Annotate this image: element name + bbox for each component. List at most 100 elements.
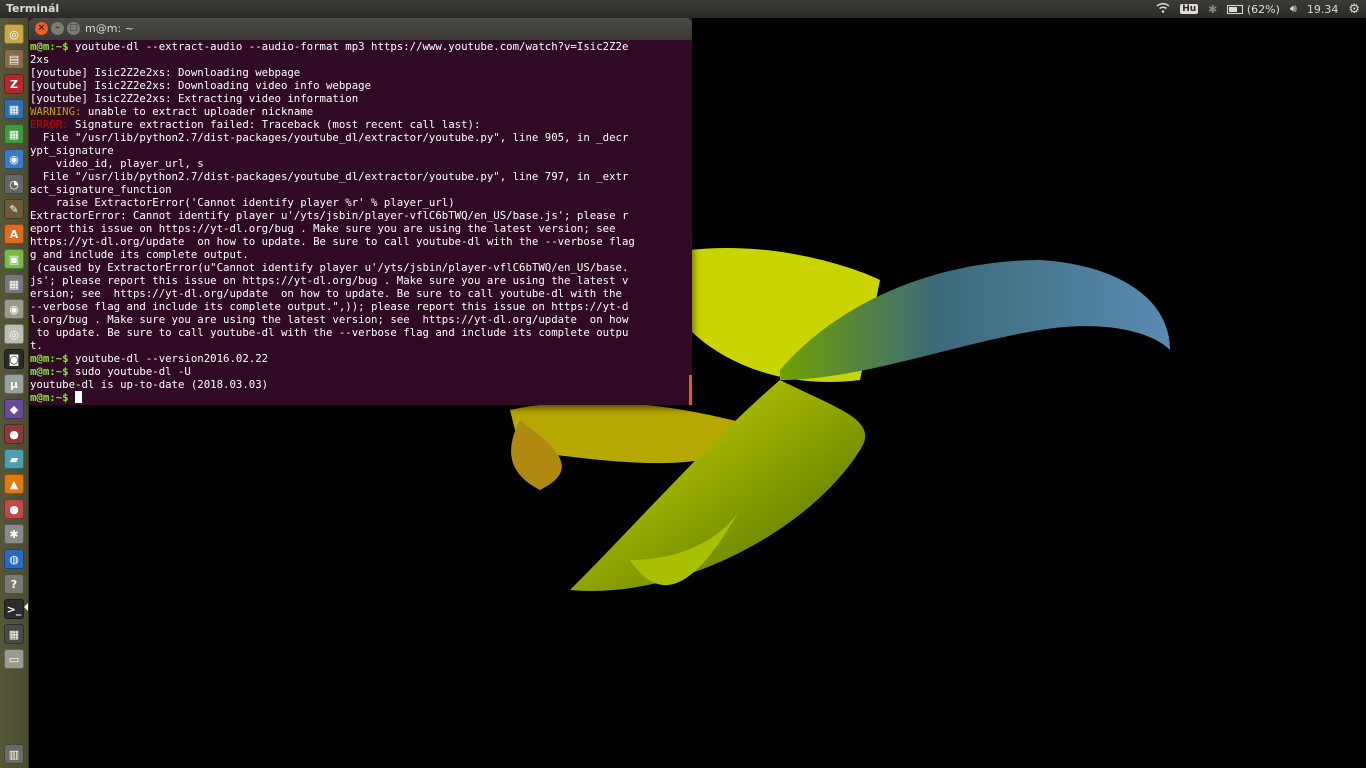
launcher-item[interactable]: ▦ bbox=[0, 97, 28, 122]
line-text: g and include its complete output. bbox=[30, 248, 249, 261]
android-icon: ▣ bbox=[4, 249, 24, 269]
launcher-item[interactable]: μ bbox=[0, 372, 28, 397]
battery-indicator[interactable]: (62%) bbox=[1227, 3, 1280, 16]
close-button[interactable]: × bbox=[35, 22, 48, 35]
launcher-item[interactable]: ◆ bbox=[0, 397, 28, 422]
warning-label: WARNING: bbox=[30, 105, 82, 118]
launcher-item[interactable]: ◉ bbox=[0, 297, 28, 322]
line-text: ExtractorError: Cannot identify player u… bbox=[30, 209, 629, 222]
launcher-item[interactable]: ◎ bbox=[0, 22, 28, 47]
launcher-item[interactable]: ▤ bbox=[0, 47, 28, 72]
eye-of-gnome-icon: ◔ bbox=[4, 174, 24, 194]
line-text: [youtube] Isic2Z2e2xs: Downloading video… bbox=[30, 79, 372, 92]
terminal-line: l.org/bug . Make sure you are using the … bbox=[30, 313, 692, 326]
window-titlebar[interactable]: × – □ m@m: ~ bbox=[29, 18, 692, 40]
trash-icon: ▥ bbox=[4, 744, 24, 764]
browser-icon: ◉ bbox=[4, 149, 24, 169]
settings-gear-icon[interactable]: ⚙ bbox=[1348, 2, 1360, 17]
launcher-item[interactable]: A bbox=[0, 222, 28, 247]
calculator-icon: ▦ bbox=[4, 274, 24, 294]
text-cursor bbox=[75, 391, 83, 403]
launcher-item[interactable]: ◔ bbox=[0, 172, 28, 197]
settings-icon: ✱ bbox=[4, 524, 24, 544]
mu-icon: μ bbox=[4, 374, 24, 394]
launcher-item[interactable]: ✱ bbox=[0, 522, 28, 547]
launcher-item[interactable]: ▦ bbox=[0, 122, 28, 147]
launcher-item[interactable]: ▲ bbox=[0, 472, 28, 497]
maximize-button[interactable]: □ bbox=[67, 22, 80, 35]
calc-icon: ▦ bbox=[4, 124, 24, 144]
launcher-item[interactable]: >_ bbox=[0, 597, 28, 622]
image-viewer-icon: ▰ bbox=[4, 449, 24, 469]
line-text: raise ExtractorError('Cannot identify pl… bbox=[30, 196, 455, 209]
vlc-icon: ▲ bbox=[4, 474, 24, 494]
keyboard-layout-indicator[interactable]: Hu bbox=[1180, 4, 1199, 14]
launcher-item[interactable]: ◎ bbox=[0, 322, 28, 347]
launcher-item[interactable]: ● bbox=[0, 497, 28, 522]
line-text: https://yt-dl.org/update on how to updat… bbox=[30, 235, 635, 248]
launcher-item[interactable]: ? bbox=[0, 572, 28, 597]
line-text: 2xs bbox=[30, 53, 50, 66]
launcher-item[interactable]: ◙ bbox=[0, 347, 28, 372]
battery-icon bbox=[1227, 5, 1244, 14]
clock[interactable]: 19.34 bbox=[1307, 3, 1339, 16]
launcher-item[interactable]: ▰ bbox=[0, 447, 28, 472]
launcher-item[interactable]: ▦ bbox=[0, 272, 28, 297]
terminal-window[interactable]: × – □ m@m: ~ m@m:~$ youtube-dl --extract… bbox=[29, 18, 692, 405]
terminal-line: 2xs bbox=[30, 53, 692, 66]
terminal-line: video_id, player_url, s bbox=[30, 157, 692, 170]
terminal-line: raise ExtractorError('Cannot identify pl… bbox=[30, 196, 692, 209]
terminal-line: to update. Be sure to call youtube-dl wi… bbox=[30, 326, 692, 339]
line-text: File "/usr/lib/python2.7/dist-packages/y… bbox=[30, 131, 629, 144]
launcher-item[interactable]: ▣ bbox=[0, 247, 28, 272]
launcher-item[interactable]: Z bbox=[0, 72, 28, 97]
launcher-item[interactable]: ◉ bbox=[0, 147, 28, 172]
line-text: youtube-dl --version2016.02.22 bbox=[68, 352, 269, 365]
line-text: (caused by ExtractorError(u"Cannot ident… bbox=[30, 261, 629, 274]
active-indicator bbox=[24, 603, 28, 611]
launcher-item[interactable]: ● bbox=[0, 422, 28, 447]
filezilla-icon: Z bbox=[4, 74, 24, 94]
launcher-item[interactable]: ▭ bbox=[0, 647, 28, 672]
software-center-icon: A bbox=[4, 224, 24, 244]
terminal-line: t. bbox=[30, 339, 692, 352]
wifi-icon[interactable] bbox=[1156, 2, 1170, 16]
bluetooth-icon[interactable]: ✱ bbox=[1208, 3, 1217, 16]
terminal-line: --verbose flag and include its complete … bbox=[30, 300, 692, 313]
line-text: js'; please report this issue on https:/… bbox=[30, 274, 629, 287]
line-text: unable to extract uploader nickname bbox=[81, 105, 314, 118]
terminal-line: m@m:~$ sudo youtube-dl -U bbox=[30, 365, 692, 378]
line-text: [youtube] Isic2Z2e2xs: Extracting video … bbox=[30, 92, 359, 105]
launcher-item[interactable]: ✎ bbox=[0, 197, 28, 222]
terminal-line: File "/usr/lib/python2.7/dist-packages/y… bbox=[30, 170, 692, 183]
launcher-item[interactable]: ▦ bbox=[0, 622, 28, 647]
terminal-line: WARNING: unable to extract uploader nick… bbox=[30, 105, 692, 118]
minimize-button[interactable]: – bbox=[51, 22, 64, 35]
writer-icon: ▦ bbox=[4, 99, 24, 119]
scrollbar[interactable] bbox=[689, 375, 692, 405]
terminal-line: m@m:~$ youtube-dl --version2016.02.22 bbox=[30, 352, 692, 365]
line-text: sudo youtube-dl -U bbox=[68, 365, 191, 378]
dash-home-icon: ◎ bbox=[4, 24, 24, 44]
line-text: youtube-dl is up-to-date (2018.03.03) bbox=[30, 378, 269, 391]
launcher-item[interactable]: ◍ bbox=[0, 547, 28, 572]
terminal-line: js'; please report this issue on https:/… bbox=[30, 274, 692, 287]
media-player-icon: ● bbox=[4, 499, 24, 519]
terminal-line: (caused by ExtractorError(u"Cannot ident… bbox=[30, 261, 692, 274]
volume-icon[interactable]: 🔊︎ bbox=[1290, 2, 1297, 16]
line-text: Signature extraction failed: Traceback (… bbox=[68, 118, 481, 131]
window-title: m@m: ~ bbox=[85, 22, 134, 35]
terminal-line: act_signature_function bbox=[30, 183, 692, 196]
editor-icon: ✎ bbox=[4, 199, 24, 219]
system-tray: Hu ✱ (62%) 🔊︎ 19.34 ⚙ bbox=[1156, 0, 1360, 18]
drive-icon: ▭ bbox=[4, 649, 24, 669]
line-text: l.org/bug . Make sure you are using the … bbox=[30, 313, 629, 326]
launcher-item[interactable]: ▥ bbox=[0, 742, 28, 767]
game-icon: ◆ bbox=[4, 399, 24, 419]
line-text: t. bbox=[30, 339, 43, 352]
terminal-output[interactable]: m@m:~$ youtube-dl --extract-audio --audi… bbox=[29, 40, 692, 404]
line-text: act_signature_function bbox=[30, 183, 172, 196]
terminal-line: g and include its complete output. bbox=[30, 248, 692, 261]
line-text: eport this issue on https://yt-dl.org/bu… bbox=[30, 222, 616, 235]
shell-prompt: m@m:~$ bbox=[30, 40, 69, 53]
